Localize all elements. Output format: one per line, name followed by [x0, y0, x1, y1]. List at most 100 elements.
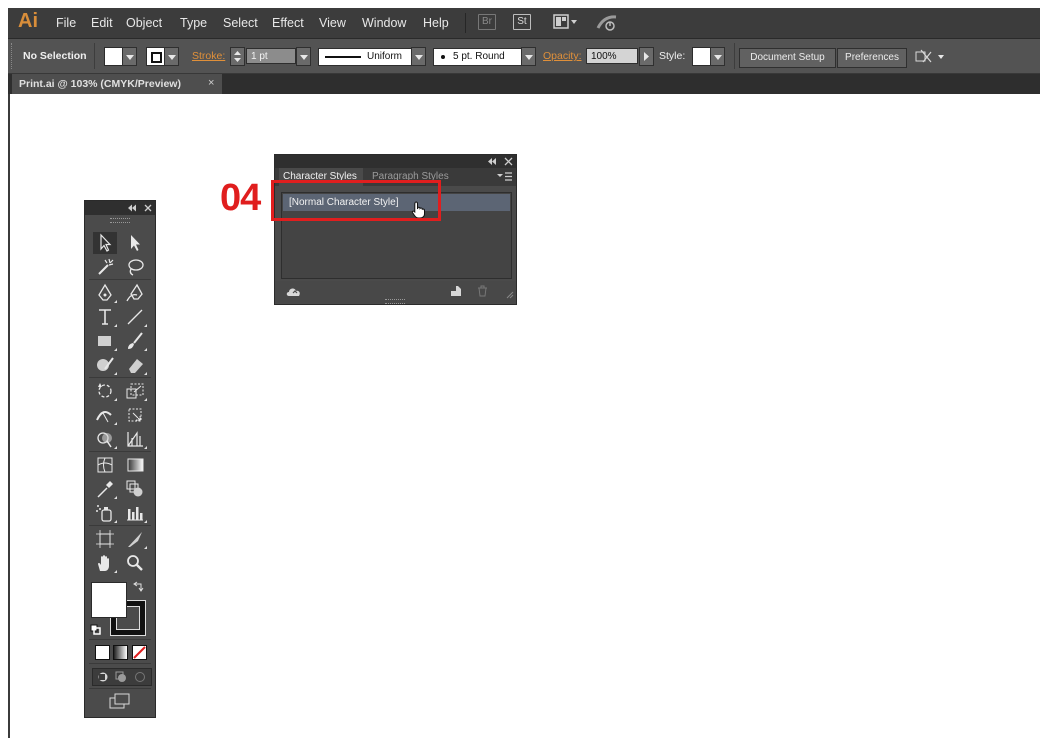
- none-mode-button[interactable]: [132, 645, 147, 660]
- swap-fill-stroke-icon[interactable]: [133, 581, 145, 593]
- selection-tool[interactable]: [93, 232, 117, 254]
- stroke-weight-stepper[interactable]: [230, 47, 245, 66]
- menu-edit[interactable]: Edit: [91, 16, 113, 30]
- graphic-style-dropdown[interactable]: [710, 47, 725, 66]
- arrange-panel-icon[interactable]: [915, 48, 949, 66]
- stroke-weight-dropdown[interactable]: [296, 47, 311, 66]
- line-segment-tool[interactable]: [123, 306, 147, 328]
- fill-dropdown[interactable]: [122, 47, 137, 66]
- document-setup-button[interactable]: Document Setup: [739, 48, 836, 68]
- panel-menu-icon[interactable]: [497, 172, 513, 182]
- menu-type[interactable]: Type: [180, 16, 207, 30]
- mesh-tool[interactable]: [93, 454, 117, 476]
- divider: [734, 43, 735, 69]
- menu-file[interactable]: File: [56, 16, 76, 30]
- curvature-icon: [126, 283, 143, 302]
- stroke-label[interactable]: Stroke:: [192, 50, 225, 62]
- curvature-tool[interactable]: [123, 282, 147, 304]
- selection-status: No Selection: [23, 50, 87, 62]
- gradient-tool[interactable]: [123, 454, 147, 476]
- tools-title-bar[interactable]: [85, 201, 155, 215]
- variable-width-profile[interactable]: Uniform: [318, 48, 413, 66]
- new-style-icon[interactable]: [450, 285, 462, 297]
- eraser-tool[interactable]: [123, 354, 147, 376]
- draw-normal-icon[interactable]: [96, 671, 110, 683]
- type-tool[interactable]: [93, 306, 117, 328]
- slice-tool[interactable]: [123, 528, 147, 550]
- default-fill-stroke-icon[interactable]: [90, 624, 102, 636]
- cloud-library-icon[interactable]: [285, 285, 303, 297]
- menu-object[interactable]: Object: [126, 16, 162, 30]
- close-tab-icon[interactable]: ×: [208, 77, 214, 89]
- draw-inside-icon[interactable]: [133, 671, 147, 683]
- perspective-grid-tool[interactable]: [123, 428, 147, 450]
- menu-view[interactable]: View: [319, 16, 346, 30]
- fill-color-swatch[interactable]: [91, 582, 127, 618]
- gradient-mode-button[interactable]: [113, 645, 128, 660]
- magic-wand-tool[interactable]: [93, 256, 117, 278]
- highlight-box: [271, 180, 441, 221]
- hand-icon: [98, 555, 109, 571]
- style-label: Style:: [659, 50, 686, 62]
- menu-help[interactable]: Help: [423, 16, 449, 30]
- close-panel-icon[interactable]: [144, 204, 152, 212]
- artboard-tool[interactable]: [93, 528, 117, 550]
- rotate-tool[interactable]: [93, 380, 117, 402]
- blend-tool[interactable]: [123, 478, 147, 500]
- arrange-documents-icon[interactable]: [553, 14, 579, 30]
- column-graph-tool[interactable]: [123, 502, 147, 524]
- brush-definition[interactable]: 5 pt. Round: [433, 48, 523, 66]
- eyedropper-tool[interactable]: [93, 478, 117, 500]
- paintbrush-tool[interactable]: [123, 330, 147, 352]
- hand-tool[interactable]: [93, 552, 117, 574]
- magic-wand-icon: [98, 258, 114, 275]
- brush-dropdown[interactable]: [521, 47, 536, 66]
- close-panel-icon[interactable]: [504, 157, 513, 166]
- width-tool[interactable]: [93, 404, 117, 426]
- menu-select[interactable]: Select: [223, 16, 258, 30]
- panel-grip[interactable]: [110, 218, 130, 223]
- resize-grip[interactable]: [385, 299, 405, 304]
- stroke-color-dropdown[interactable]: [164, 47, 179, 66]
- zoom-tool[interactable]: [123, 552, 147, 574]
- stroke-weight-field[interactable]: 1 pt: [246, 48, 296, 64]
- symbol-sprayer-icon: [96, 505, 112, 522]
- profile-dropdown[interactable]: [411, 47, 426, 66]
- symbol-sprayer-tool[interactable]: [93, 502, 117, 524]
- shaper-tool[interactable]: [93, 354, 117, 376]
- document-tab[interactable]: Print.ai @ 103% (CMYK/Preview) ×: [12, 74, 222, 94]
- direct-selection-tool[interactable]: [123, 232, 147, 254]
- document-tab-title: Print.ai @ 103% (CMYK/Preview): [19, 78, 181, 90]
- rectangle-tool[interactable]: [93, 330, 117, 352]
- free-transform-tool[interactable]: [123, 404, 147, 426]
- divider: [89, 377, 151, 378]
- collapse-panel-icon[interactable]: [127, 204, 137, 212]
- resize-corner-icon[interactable]: [506, 291, 514, 299]
- bridge-button[interactable]: Br: [478, 14, 496, 30]
- preferences-button[interactable]: Preferences: [837, 48, 907, 68]
- opacity-label[interactable]: Opacity:: [543, 50, 582, 62]
- divider: [89, 451, 151, 452]
- pen-tool[interactable]: [93, 282, 117, 304]
- color-mode-button[interactable]: [95, 645, 110, 660]
- collapse-panel-icon[interactable]: [487, 157, 497, 166]
- panel-title-bar[interactable]: [275, 155, 516, 168]
- menu-effect[interactable]: Effect: [272, 16, 304, 30]
- menu-window[interactable]: Window: [362, 16, 406, 30]
- stroke-swatch[interactable]: [146, 47, 165, 66]
- screen-mode-icon[interactable]: [108, 693, 132, 709]
- tools-panel: [84, 200, 156, 718]
- canvas-edge: [8, 94, 10, 738]
- fill-swatch[interactable]: [104, 47, 123, 66]
- lasso-tool[interactable]: [123, 256, 147, 278]
- stock-button[interactable]: St: [513, 14, 531, 30]
- graphic-style-swatch[interactable]: [692, 47, 711, 66]
- opacity-field[interactable]: 100%: [586, 48, 638, 64]
- delete-style-icon[interactable]: [477, 285, 488, 297]
- draw-behind-icon[interactable]: [114, 671, 128, 683]
- opacity-slider-button[interactable]: [639, 47, 654, 66]
- shape-builder-tool[interactable]: [93, 428, 117, 450]
- lasso-icon: [128, 259, 144, 276]
- sync-settings-icon[interactable]: [595, 13, 619, 33]
- scale-tool[interactable]: [123, 380, 147, 402]
